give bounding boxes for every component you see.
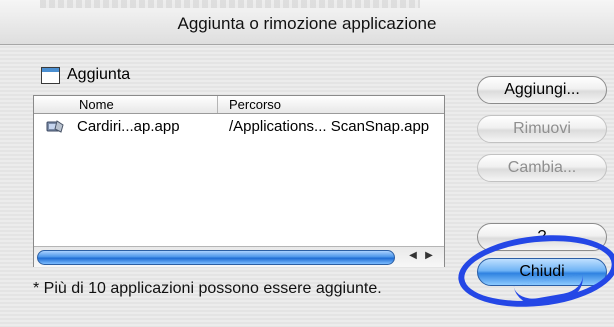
list-item-name: Cardiri...ap.app [77, 118, 180, 135]
remove-button[interactable]: Rimuovi [477, 115, 607, 143]
application-list[interactable]: Nome Percorso Cardiri...ap.app /Applicat… [33, 95, 445, 267]
list-item[interactable]: Cardiri...ap.app /Applications... ScanSn… [34, 116, 444, 138]
column-header-path[interactable]: Percorso [229, 97, 281, 112]
column-header-name[interactable]: Nome [79, 97, 114, 112]
window-icon [41, 67, 60, 84]
change-button[interactable]: Cambia... [477, 154, 607, 182]
list-header: Nome Percorso [34, 96, 444, 114]
title-bar-stripes [40, 0, 420, 8]
horizontal-scrollbar[interactable]: ◀ ▶ [34, 246, 444, 267]
title-bar[interactable]: Aggiunta o rimozione applicazione [0, 0, 614, 45]
app-icon [46, 119, 64, 134]
divider [0, 44, 614, 45]
section-label: Aggiunta [67, 66, 131, 83]
scrollbar-thumb[interactable] [37, 250, 395, 265]
footnote: * Più di 10 applicazioni possono essere … [33, 280, 382, 297]
window-title: Aggiunta o rimozione applicazione [177, 14, 437, 33]
add-button[interactable]: Aggiungi... [477, 76, 607, 104]
column-separator [217, 96, 218, 113]
scroll-left-icon[interactable]: ◀ [406, 249, 420, 263]
list-item-path: /Applications... ScanSnap.app [229, 118, 430, 135]
scroll-right-icon[interactable]: ▶ [422, 249, 436, 263]
